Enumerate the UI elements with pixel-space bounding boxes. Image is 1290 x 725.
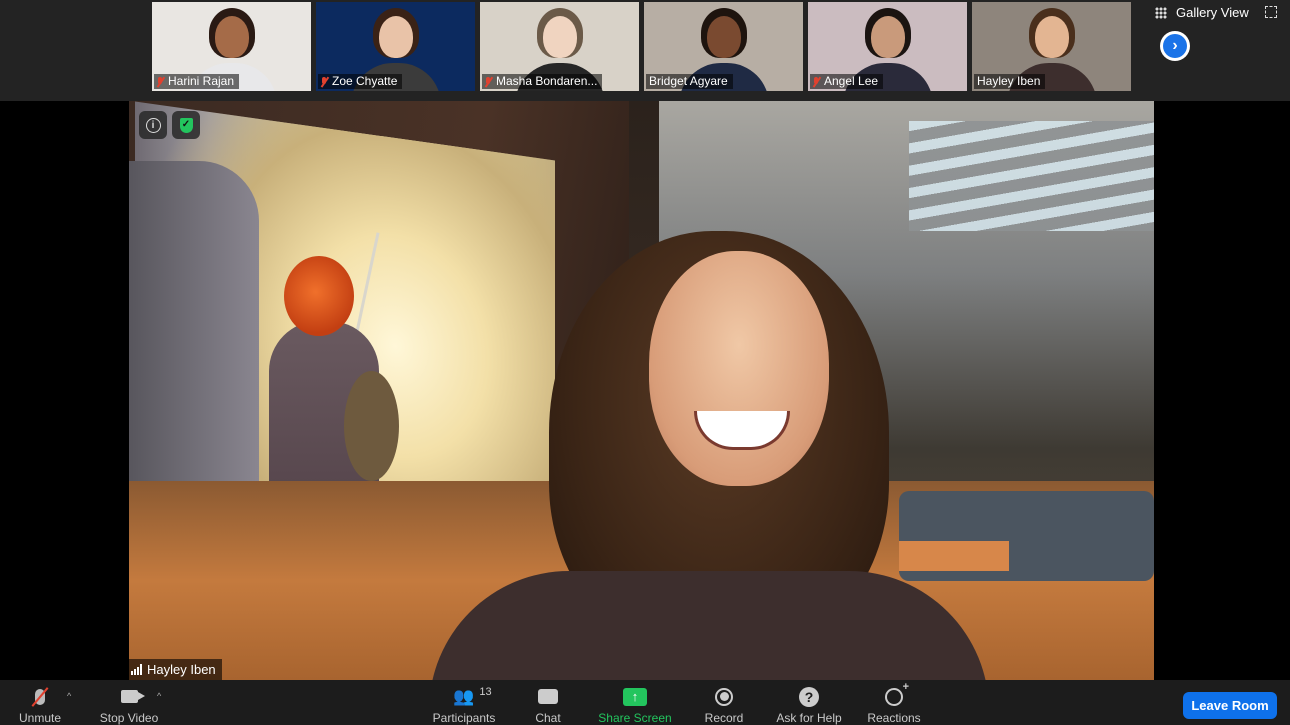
- fullscreen-icon[interactable]: [1265, 6, 1277, 18]
- signal-strength-icon: [131, 664, 142, 675]
- participants-label: Participants: [432, 711, 496, 725]
- participant-name-tag: Harini Rajan: [154, 74, 240, 89]
- participant-tile[interactable]: Masha Bondaren...: [480, 2, 639, 91]
- microphone-muted-icon: [157, 76, 164, 87]
- participant-name-tag: Bridget Agyare: [646, 74, 733, 89]
- stop-video-button[interactable]: Stop Video: [95, 680, 163, 725]
- meeting-info-button[interactable]: i: [139, 111, 167, 139]
- chat-bubble-icon: [538, 689, 558, 704]
- speaker-name: Hayley Iben: [147, 662, 216, 677]
- participants-icon: 👥: [453, 686, 475, 706]
- chat-label: Chat: [535, 711, 561, 725]
- gallery-view-button[interactable]: Gallery View: [1155, 5, 1249, 20]
- chevron-right-icon: ›: [1163, 34, 1187, 58]
- record-button[interactable]: Record: [702, 680, 746, 725]
- share-screen-button[interactable]: ↑ Share Screen: [594, 680, 676, 725]
- unmute-label: Unmute: [18, 711, 62, 725]
- speaker-face: [649, 251, 829, 486]
- participant-face: [870, 16, 905, 58]
- record-label: Record: [704, 711, 744, 725]
- active-speaker-video: [129, 101, 1154, 680]
- speaker-name-tag: Hayley Iben: [129, 659, 222, 680]
- participant-name-tag: Masha Bondaren...: [482, 74, 603, 89]
- leave-room-button[interactable]: Leave Room: [1183, 692, 1277, 719]
- participant-tile[interactable]: Angel Lee: [808, 2, 967, 91]
- participant-name: Zoe Chyatte: [332, 74, 398, 88]
- share-screen-icon: ↑: [623, 687, 647, 706]
- participants-button[interactable]: 👥 13 Participants: [428, 680, 500, 725]
- encryption-button[interactable]: ✓: [172, 111, 200, 139]
- participant-tile[interactable]: Zoe Chyatte: [316, 2, 475, 91]
- participant-name: Hayley Iben: [977, 74, 1041, 88]
- mural-shield: [344, 371, 399, 481]
- unmute-button[interactable]: Unmute: [15, 680, 65, 725]
- speaker-body: [429, 571, 989, 680]
- ask-for-help-button[interactable]: ? Ask for Help: [772, 680, 846, 725]
- microphone-muted-icon: [813, 76, 820, 87]
- participant-name-tag: Hayley Iben: [974, 74, 1046, 89]
- participant-tile[interactable]: Bridget Agyare: [644, 2, 803, 91]
- participant-face: [542, 16, 577, 58]
- participant-name: Angel Lee: [824, 74, 879, 88]
- participant-face: [378, 16, 413, 58]
- emoji-add-icon: [885, 681, 909, 706]
- grid-icon: [1155, 6, 1167, 19]
- chat-button[interactable]: Chat: [530, 680, 566, 725]
- meeting-toolbar: Unmute ^ Stop Video ^ 👥 13 Participants …: [0, 680, 1290, 725]
- participant-name: Harini Rajan: [168, 74, 235, 88]
- participant-face: [214, 16, 249, 58]
- record-icon: [715, 687, 733, 706]
- stop-video-label: Stop Video: [99, 711, 159, 725]
- participant-name-tag: Zoe Chyatte: [318, 74, 403, 89]
- info-icon: i: [145, 117, 161, 133]
- participant-name: Masha Bondaren...: [496, 74, 598, 88]
- shield-check-icon: ✓: [179, 117, 193, 133]
- audio-options-caret-icon[interactable]: ^: [67, 691, 71, 701]
- coffee-table: [899, 541, 1009, 571]
- gallery-strip: Harini Rajan Zoe Chyatte Masha Bondaren...…: [0, 0, 1290, 101]
- participant-tile[interactable]: Hayley Iben: [972, 2, 1131, 91]
- gallery-view-label: Gallery View: [1176, 5, 1249, 20]
- skylight: [909, 121, 1154, 231]
- video-camera-icon: [120, 690, 145, 703]
- share-screen-label: Share Screen: [598, 711, 672, 725]
- participant-name-tag: Angel Lee: [810, 74, 884, 89]
- microphone-muted-icon: [35, 688, 45, 705]
- reactions-label: Reactions: [867, 711, 921, 725]
- participant-face: [1034, 16, 1069, 58]
- next-page-button[interactable]: ›: [1160, 31, 1190, 61]
- participant-face: [706, 16, 741, 58]
- microphone-muted-icon: [485, 76, 492, 87]
- mural-figure-hair: [284, 256, 354, 336]
- video-options-caret-icon[interactable]: ^: [157, 691, 161, 701]
- ask-for-help-label: Ask for Help: [776, 711, 842, 725]
- participants-count: 13: [479, 686, 492, 698]
- participant-tile[interactable]: Harini Rajan: [152, 2, 311, 91]
- question-mark-icon: ?: [799, 686, 819, 707]
- microphone-muted-icon: [321, 76, 328, 87]
- reactions-button[interactable]: Reactions: [864, 680, 924, 725]
- participant-name: Bridget Agyare: [649, 74, 728, 88]
